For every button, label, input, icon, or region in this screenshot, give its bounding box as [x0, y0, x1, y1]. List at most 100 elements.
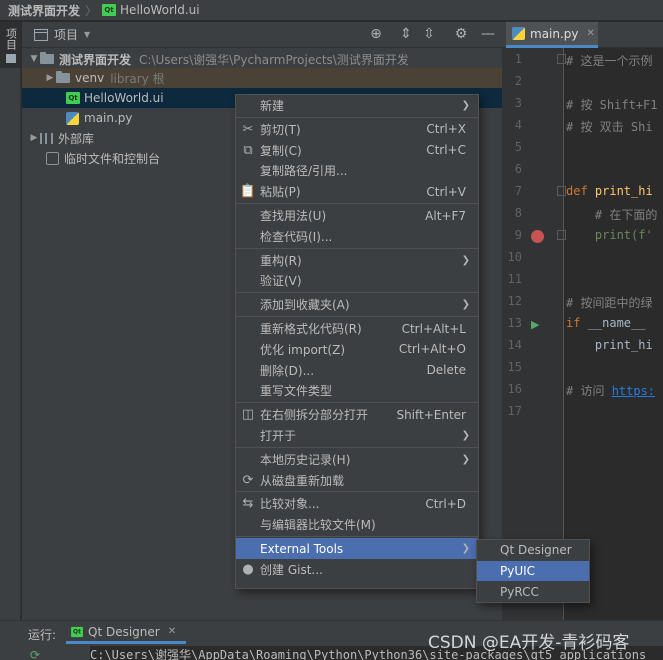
menu-item[interactable]: 重新格式化代码(R) Ctrl+Alt+L [236, 318, 478, 339]
menu-item[interactable]: 添加到收藏夹(A) ❯ [236, 294, 478, 315]
menu-item[interactable]: ● 创建 Gist... [236, 559, 478, 580]
chevron-down-icon[interactable]: ▼ [28, 54, 40, 64]
left-tool-stripe [0, 22, 21, 620]
code-token: # 按间距中的绿 [566, 296, 653, 310]
menu-item[interactable]: ⧉ 复制(C) Ctrl+C [236, 140, 478, 161]
menu-item[interactable]: 验证(V) [236, 270, 478, 291]
run-gutter-icon[interactable]: ▶ [531, 318, 539, 331]
code-line: print(f' [566, 228, 653, 242]
breadcrumb-file[interactable]: HelloWorld.ui [120, 3, 200, 17]
code-token: # 访问 [566, 384, 612, 398]
line-number: 14 [507, 338, 522, 352]
menu-item-label: 本地历史记录(H) [260, 452, 351, 467]
close-icon[interactable]: ✕ [587, 28, 595, 39]
fold-marker-icon[interactable] [557, 54, 566, 64]
code-token: # 按 双击 Shi [566, 120, 653, 134]
root-folder-path: C:\Users\谢强华\PycharmProjects\测试界面开发 [139, 52, 409, 67]
menu-item[interactable]: ⇆ 比较对象... Ctrl+D [236, 493, 478, 514]
code-line: # 按 Shift+F1 [566, 96, 657, 113]
menu-item-label: 粘贴(P) [260, 185, 301, 200]
line-number: 16 [507, 382, 522, 396]
menu-item[interactable]: 检查代码(I)... [236, 226, 478, 247]
code-line: # 在下面的 [566, 206, 657, 223]
breadcrumb-separator-icon: 〉 [85, 3, 98, 18]
folder-icon [40, 52, 54, 64]
chevron-right-icon[interactable]: ▶ [28, 133, 40, 143]
project-view-selector[interactable]: 项目 [54, 26, 78, 43]
menu-item-label: External Tools [260, 541, 344, 556]
menu-item-label: 复制路径/引用... [260, 164, 348, 179]
menu-item-label: 重构(R) [260, 253, 302, 268]
menu-item[interactable]: 重写文件类型 [236, 380, 478, 401]
project-stripe-label: 项目 [4, 28, 18, 50]
submenu-item[interactable]: PyUIC [477, 561, 589, 581]
menu-item-shortcut: Ctrl+C [426, 143, 466, 158]
qt-file-icon: Qt [71, 626, 83, 637]
menu-item[interactable]: 本地历史记录(H) ❯ [236, 449, 478, 470]
menu-item[interactable]: ✂ 剪切(T) Ctrl+X [236, 119, 478, 140]
menu-item-icon: ◫ [241, 407, 255, 423]
fold-marker-icon[interactable] [557, 186, 566, 196]
folder-icon [5, 54, 16, 63]
gear-icon[interactable]: ⚙ [453, 26, 469, 42]
menu-item-icon: ⇆ [242, 496, 254, 512]
python-file-icon [66, 111, 79, 125]
menu-separator [236, 536, 478, 537]
project-stripe-button[interactable]: 项目 [0, 22, 21, 68]
menu-item[interactable]: 新建 ❯ [236, 95, 478, 116]
menu-item-shortcut: Ctrl+Alt+L [401, 321, 466, 336]
menu-item[interactable]: ⟳ 从磁盘重新加载 [236, 470, 478, 491]
menu-item[interactable]: 重构(R) ❯ [236, 250, 478, 271]
code-token: # 在下面的 [566, 208, 658, 222]
menu-item-label: 添加到收藏夹(A) [260, 298, 350, 313]
menu-item[interactable]: 查找用法(U) Alt+F7 [236, 205, 478, 226]
menu-item-label: 剪切(T) [260, 122, 301, 137]
rerun-icon[interactable]: ⟳ [30, 648, 40, 660]
menu-separator [236, 316, 478, 317]
tree-item-venv[interactable]: ▶ venv library 根 [22, 68, 502, 88]
line-number: 11 [507, 272, 522, 286]
menu-item[interactable]: 删除(D)... Delete [236, 360, 478, 381]
line-number: 1 [514, 52, 522, 66]
collapse-all-icon[interactable]: ⇳ [421, 26, 437, 42]
code-token[interactable]: https: [612, 384, 655, 398]
line-number: 3 [514, 96, 522, 110]
chevron-down-icon[interactable]: ▼ [84, 30, 90, 39]
close-icon[interactable]: ✕ [168, 626, 176, 637]
menu-item-icon: ● [242, 561, 254, 577]
menu-item-label: 从磁盘重新加载 [260, 473, 345, 488]
menu-item-label: 重写文件类型 [260, 384, 333, 399]
tab-main-py[interactable]: main.py ✕ [506, 22, 598, 48]
menu-item[interactable]: External Tools ❯ [236, 538, 478, 559]
scratches-label: 临时文件和控制台 [64, 151, 161, 166]
qt-file-icon: Qt [66, 92, 80, 104]
chevron-right-icon: ❯ [461, 100, 470, 111]
menu-separator [236, 446, 478, 448]
library-icon [40, 132, 53, 144]
menu-item[interactable]: 📋 粘贴(P) Ctrl+V [236, 181, 478, 202]
menu-item[interactable]: 与编辑器比较文件(M) [236, 514, 478, 535]
menu-item[interactable]: ◫ 在右侧拆分部分打开 Shift+Enter [236, 404, 478, 425]
code-token: __name__ [587, 316, 653, 330]
tree-item-root[interactable]: ▼ 测试界面开发 C:\Users\谢强华\PycharmProjects\测试… [22, 49, 502, 69]
menu-item[interactable]: 打开于 ❯ [236, 425, 478, 446]
submenu-item[interactable]: PyRCC [477, 582, 589, 602]
tab-label: main.py [530, 26, 579, 41]
menu-item-icon: ✂ [242, 121, 254, 137]
breakpoint-icon[interactable] [531, 230, 544, 243]
breadcrumb-project[interactable]: 测试界面开发 [8, 2, 80, 19]
chevron-right-icon[interactable]: ▶ [44, 73, 56, 83]
menu-separator [236, 491, 478, 493]
line-number: 10 [507, 250, 522, 264]
locate-crosshair-icon[interactable]: ⊕ [368, 26, 384, 42]
code-token: # 这是一个示例 [566, 54, 653, 68]
expand-all-icon[interactable]: ⇕ [398, 26, 414, 42]
code-line: def print_hi [566, 184, 653, 198]
menu-item[interactable]: 优化 import(Z) Ctrl+Alt+O [236, 339, 478, 360]
run-tab-qt-designer[interactable]: Qt Qt Designer ✕ [66, 622, 186, 644]
minimize-panel-icon[interactable]: — [480, 26, 496, 42]
line-number: 12 [507, 294, 522, 308]
submenu-item[interactable]: Qt Designer [477, 540, 589, 560]
menu-item[interactable]: 复制路径/引用... [236, 160, 478, 181]
fold-marker-icon[interactable] [557, 230, 566, 240]
